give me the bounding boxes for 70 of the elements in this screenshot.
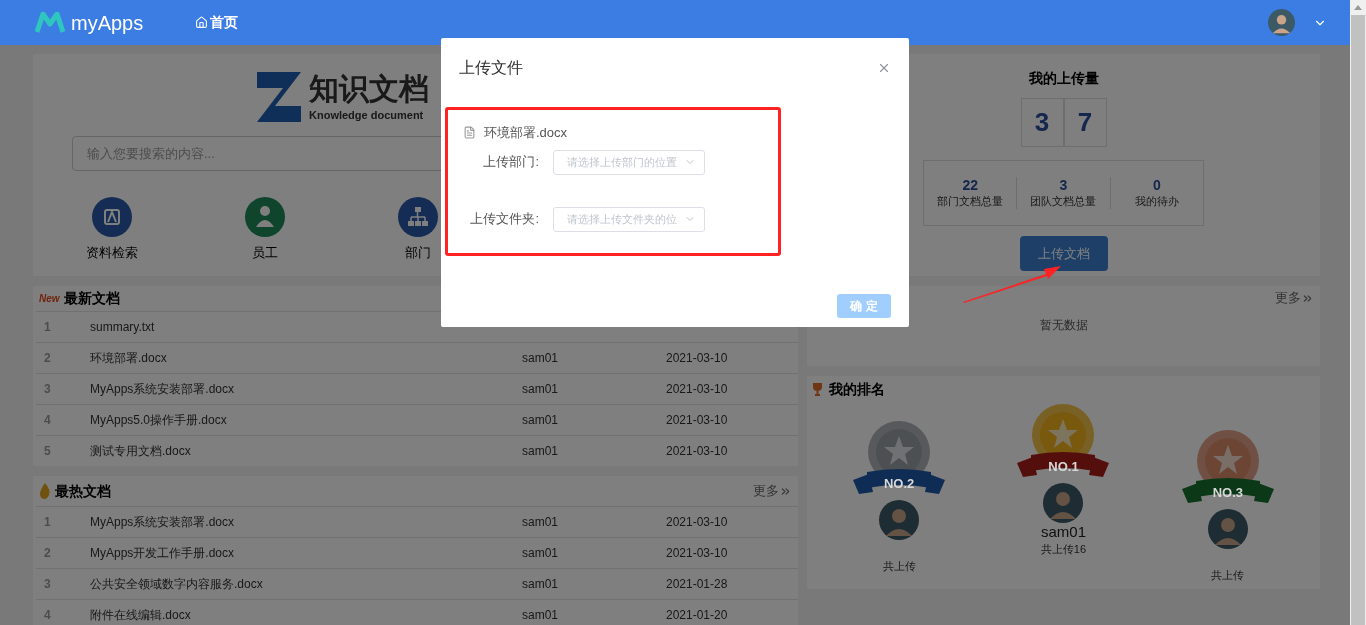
org-chart-icon[interactable]: [397, 197, 438, 237]
author-cell-text: sam01: [522, 514, 560, 531]
upload-count: 共上传16: [1040, 542, 1087, 557]
scroll-up-icon[interactable]: [1354, 5, 1362, 11]
document-link[interactable]: 附件在线编辑.docx: [90, 606, 522, 624]
document-link[interactable]: MyApps开发工作手册.docx: [90, 544, 522, 562]
trophy-icon: [812, 383, 823, 396]
stat-value: 22: [962, 176, 978, 193]
date-cell-text: 2021-01-28: [666, 576, 729, 593]
section-title: 最热文档: [55, 481, 111, 501]
empty-message: 暂无数据: [1038, 317, 1089, 334]
brand-title: 知识文档: [309, 70, 429, 107]
upload-button[interactable]: 上传文档: [1019, 236, 1108, 271]
shortcut-label[interactable]: 资料检索: [85, 243, 138, 263]
dialog-title: 上传文件: [459, 58, 523, 78]
stats-title: 我的上传量: [1028, 69, 1099, 88]
app-name: myApps: [71, 10, 144, 36]
shortcut-label[interactable]: 员工: [251, 243, 278, 263]
flame-icon: [39, 483, 51, 499]
field-label: 上传文件夹:: [469, 210, 540, 229]
counter-digit: 7: [1063, 98, 1107, 147]
letter-tile-icon[interactable]: [91, 197, 132, 237]
stat-label: 部门文档总量: [937, 193, 1004, 209]
date-cell-text: 2021-03-10: [666, 350, 729, 367]
author-cell-text: sam01: [522, 381, 560, 398]
section-title: 我的排名: [829, 380, 885, 399]
date-cell-text: 2021-03-10: [666, 412, 729, 429]
author-cell-text: sam01: [522, 443, 560, 460]
author-cell-text: sam01: [522, 607, 560, 624]
section-title: 最新文档: [63, 289, 120, 308]
more-link[interactable]: 更多: [753, 481, 792, 501]
counter-digit: 3: [1020, 98, 1064, 147]
author-cell-text: sam01: [522, 412, 560, 429]
user-avatar: [1043, 483, 1084, 523]
field-label: 上传部门:: [482, 153, 540, 172]
stat-value: 3: [1059, 176, 1068, 193]
user-avatar: [1268, 9, 1295, 36]
brand-logo-icon: [255, 70, 303, 124]
user-name: sam01: [1040, 523, 1086, 541]
logo-icon: [35, 11, 65, 34]
stat-label: 我的待办: [1134, 193, 1179, 209]
stat-label: 团队文档总量: [1030, 193, 1097, 209]
stat-value: 0: [1152, 176, 1161, 193]
more-link[interactable]: 更多: [1275, 288, 1314, 308]
date-cell-text: 2021-01-20: [666, 607, 729, 624]
close-icon[interactable]: [877, 61, 891, 75]
user-avatar: [879, 500, 920, 540]
document-link[interactable]: MyApps5.0操作手册.docx: [90, 411, 522, 429]
upload-count: 共上传: [882, 559, 916, 574]
home-icon: [195, 16, 209, 29]
date-cell-text: 2021-03-10: [666, 545, 729, 562]
document-link[interactable]: MyApps系统安装部署.docx: [90, 380, 522, 398]
author-cell-text: sam01: [522, 576, 560, 593]
home-link[interactable]: 首页: [195, 12, 239, 33]
document-link[interactable]: 环境部署.docx: [90, 349, 522, 367]
document-link[interactable]: 公共安全领域数字内容服务.docx: [90, 575, 522, 593]
date-cell-text: 2021-03-10: [666, 514, 729, 531]
new-label: New: [39, 292, 60, 306]
upload-count: 共上传: [1211, 568, 1245, 583]
author-cell-text: sam01: [522, 545, 560, 562]
file-icon: [463, 126, 476, 140]
person-icon[interactable]: [244, 197, 285, 237]
document-link[interactable]: 测试专用文档.docx: [90, 442, 522, 460]
document-link[interactable]: MyApps系统安装部署.docx: [90, 513, 522, 531]
brand-subtitle: Knowledge document: [309, 107, 425, 123]
date-cell-text: 2021-03-10: [666, 443, 729, 460]
author-cell-text: sam01: [522, 350, 560, 367]
date-cell-text: 2021-03-10: [666, 381, 729, 398]
shortcut-label[interactable]: 部门: [404, 243, 431, 263]
user-avatar: [1207, 509, 1248, 549]
